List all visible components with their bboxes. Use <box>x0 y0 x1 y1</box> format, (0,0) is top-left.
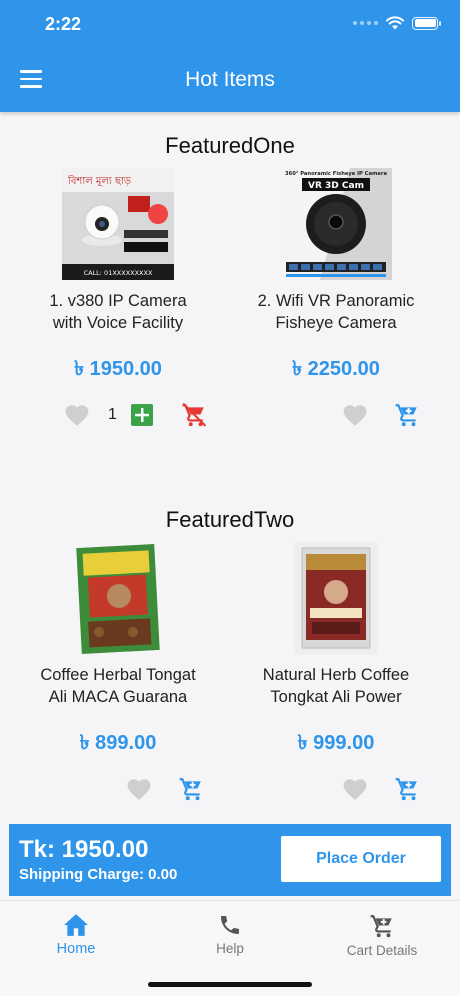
remove-cart-icon <box>182 402 207 427</box>
product-name-line: Ali MACA Guarana <box>48 688 188 706</box>
image-header-text: 360° Panoramic Fisheye IP Camera <box>285 171 387 177</box>
add-to-cart-button[interactable] <box>394 402 420 428</box>
heart-icon <box>65 405 89 426</box>
add-cart-icon <box>395 404 417 427</box>
favorite-button[interactable] <box>126 777 152 801</box>
product-actions <box>126 776 204 802</box>
plus-box-icon <box>130 404 153 426</box>
nav-home[interactable]: Home <box>16 913 136 957</box>
product-actions <box>342 402 420 428</box>
status-icons <box>353 16 441 30</box>
image-title-text: VR 3D Cam <box>308 181 364 191</box>
section-title-featured-two: FeaturedTwo <box>165 507 295 532</box>
product-actions: 1 <box>64 402 207 428</box>
product-image-herb-coffee[interactable] <box>294 542 378 654</box>
phone-icon <box>221 916 239 934</box>
add-to-cart-button[interactable] <box>178 776 204 802</box>
add-cart-icon <box>395 778 417 801</box>
increase-quantity-button[interactable] <box>130 404 153 426</box>
product-price: ৳ 2250.00 <box>292 358 380 380</box>
favorite-button[interactable] <box>342 403 368 427</box>
place-order-button[interactable]: Place Order <box>281 836 441 882</box>
nav-label-home: Home <box>56 941 96 957</box>
nav-help[interactable]: Help <box>170 913 290 956</box>
cart-icon <box>370 915 392 938</box>
product-card[interactable]: Natural Herb Coffee Tongkat Ali Power ৳ … <box>236 542 436 772</box>
product-image-v380-camera[interactable]: বিশাল মূল্য ছাড় CALL: 01XXXXXXXXX <box>62 168 174 280</box>
app-bar: 2:22 Hot Items <box>0 0 460 112</box>
product-name-line: 1. v380 IP Camera <box>49 292 187 310</box>
image-banner-text: বিশাল মূল্য ছাড় <box>67 175 132 187</box>
add-cart-icon <box>179 778 201 801</box>
home-indicator <box>148 982 312 987</box>
wifi-icon <box>386 16 404 30</box>
nav-label-help: Help <box>216 941 244 956</box>
product-price: ৳ 899.00 <box>79 732 157 754</box>
product-name-line: Fisheye Camera <box>275 314 397 332</box>
product-image-vr-camera[interactable]: 360° Panoramic Fisheye IP Camera VR 3D C… <box>280 168 392 280</box>
product-name-line: Tongkat Ali Power <box>270 688 402 706</box>
cart-summary-bar: Tk: 1950.00 Shipping Charge: 0.00 Place … <box>9 824 451 896</box>
remove-from-cart-button[interactable] <box>181 402 207 428</box>
product-actions <box>342 776 420 802</box>
product-price: ৳ 999.00 <box>297 732 375 754</box>
shipping-charge: Shipping Charge: 0.00 <box>19 866 178 883</box>
product-card[interactable]: Coffee Herbal Tongat Ali MACA Guarana ৳ … <box>18 542 218 772</box>
nav-label-cart-details: Cart Details <box>346 943 418 958</box>
heart-icon <box>343 405 367 426</box>
product-name-line: Natural Herb Coffee <box>262 666 410 684</box>
product-price: ৳ 1950.00 <box>74 358 162 380</box>
add-to-cart-button[interactable] <box>394 776 420 802</box>
product-name: 1. v380 IP Camera with Voice Facility <box>18 290 218 334</box>
nav-cart-details[interactable]: Cart Details <box>322 913 442 958</box>
product-name: Coffee Herbal Tongat Ali MACA Guarana <box>18 664 218 708</box>
product-name-line: 2. Wifi VR Panoramic <box>257 292 415 310</box>
image-caption-text: CALL: 01XXXXXXXXX <box>84 269 153 277</box>
signal-icon <box>353 21 378 25</box>
page-title: Hot Items <box>185 68 275 91</box>
product-name: 2. Wifi VR Panoramic Fisheye Camera <box>236 290 436 334</box>
heart-icon <box>127 779 151 800</box>
product-image-herbal-coffee[interactable] <box>75 542 161 654</box>
section-title-featured-one: FeaturedOne <box>165 133 295 158</box>
favorite-button[interactable] <box>342 777 368 801</box>
product-name-line: Coffee Herbal Tongat <box>40 666 196 684</box>
cart-total: Tk: 1950.00 <box>19 836 149 863</box>
quantity-value: 1 <box>108 406 117 423</box>
heart-icon <box>343 779 367 800</box>
product-name: Natural Herb Coffee Tongkat Ali Power <box>236 664 436 708</box>
favorite-button[interactable] <box>64 403 90 427</box>
battery-icon <box>412 16 441 30</box>
status-time: 2:22 <box>45 14 82 34</box>
home-icon <box>64 914 88 936</box>
product-name-line: with Voice Facility <box>52 314 184 332</box>
